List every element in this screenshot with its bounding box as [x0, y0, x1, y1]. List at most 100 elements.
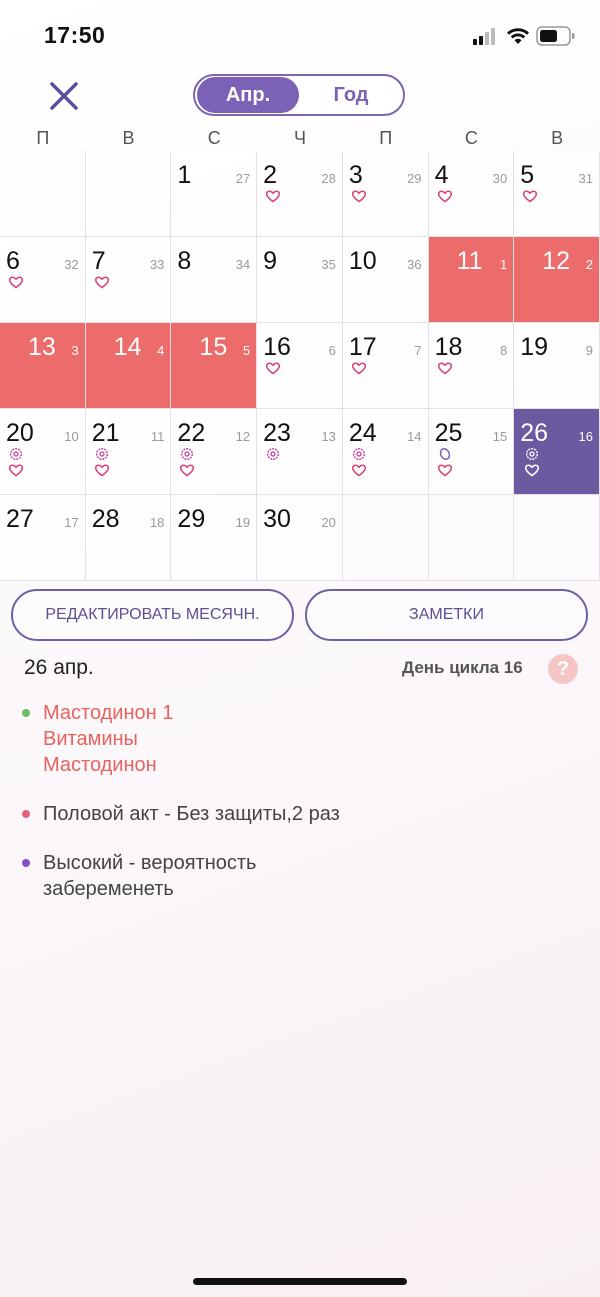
day-number: 29 [177, 505, 206, 533]
day-icons [94, 275, 114, 291]
day-number: 22 [177, 419, 206, 447]
day-number: 17 [348, 333, 377, 361]
calendar-empty-cell [85, 151, 172, 237]
weekday-label: Ч [293, 128, 306, 148]
segment-month[interactable]: Апр. [197, 77, 299, 113]
calendar-day-3[interactable]: 3 29 [342, 151, 429, 237]
calendar-day-18[interactable]: 18 8 [428, 323, 515, 409]
day-number: 21 [91, 419, 120, 447]
calendar-empty-cell [0, 151, 86, 237]
calendar-day-21[interactable]: 21 11 [85, 409, 172, 495]
day-number: 15 [199, 333, 228, 361]
cycle-day-number: 30 [492, 171, 508, 186]
calendar-day-2[interactable]: 2 28 [257, 151, 343, 237]
cycle-day-number: 11 [150, 429, 165, 444]
cellular-signal-icon [473, 28, 495, 45]
heart-icon [437, 362, 452, 375]
calendar-day-1[interactable]: 1 27 [171, 151, 258, 237]
day-icons [437, 447, 457, 479]
cycle-day-number: 34 [235, 257, 251, 272]
day-number: 8 [177, 247, 192, 275]
entry-dot [22, 859, 30, 867]
flower-icon [267, 447, 280, 461]
heart-icon [437, 190, 452, 203]
wifi-icon [507, 28, 529, 44]
calendar-day-7[interactable]: 7 33 [85, 237, 172, 323]
calendar-day-27[interactable]: 27 17 [0, 495, 86, 581]
cycle-day-number: 16 [578, 429, 593, 444]
heart-icon [523, 190, 538, 203]
help-icon[interactable]: ? [548, 654, 578, 684]
calendar-day-29[interactable]: 29 19 [171, 495, 258, 581]
day-icons [351, 447, 371, 479]
calendar-day-14[interactable]: 14 4 [85, 323, 172, 409]
cycle-day-number: 8 [500, 343, 508, 358]
entry-line: Мастодинон [43, 754, 157, 776]
cycle-day-number: 19 [235, 515, 251, 530]
calendar-day-11[interactable]: 11 1 [428, 237, 515, 323]
cycle-day-number: 20 [321, 515, 336, 530]
day-icons [522, 189, 542, 205]
day-icons [351, 189, 371, 205]
calendar-day-26[interactable]: 26 16 [514, 409, 600, 495]
battery-icon [536, 26, 575, 46]
calendar-day-10[interactable]: 10 36 [342, 237, 429, 323]
flower-icon [181, 447, 194, 461]
calendar-day-9[interactable]: 9 35 [257, 237, 343, 323]
entry-line: забеременеть [43, 878, 174, 900]
heart-icon [8, 276, 24, 289]
heart-icon [351, 464, 366, 477]
day-number: 28 [91, 505, 120, 533]
calendar-day-23[interactable]: 23 13 [257, 409, 343, 495]
cycle-day-number: 14 [407, 429, 422, 444]
cycle-day-number: 6 [328, 343, 336, 358]
flower-icon [9, 447, 23, 461]
day-number: 23 [263, 419, 291, 447]
day-number: 5 [520, 161, 535, 189]
day-number: 18 [434, 333, 463, 361]
day-icons [265, 361, 285, 377]
calendar-day-8[interactable]: 8 34 [171, 237, 258, 323]
heart-icon [94, 276, 109, 289]
calendar-day-12[interactable]: 12 2 [514, 237, 600, 323]
entry-line: Высокий - вероятность [43, 852, 257, 874]
day-number: 12 [542, 247, 571, 275]
calendar-day-24[interactable]: 24 14 [342, 409, 429, 495]
calendar-day-28[interactable]: 28 18 [85, 495, 172, 581]
edit-period-button[interactable]: РЕДАКТИРОВАТЬ МЕСЯЧН. [11, 589, 294, 641]
heart-icon [351, 362, 366, 375]
calendar-day-5[interactable]: 5 31 [514, 151, 600, 237]
calendar-day-13[interactable]: 13 3 [0, 323, 86, 409]
day-number: 20 [6, 419, 34, 447]
day-number: 4 [434, 161, 449, 189]
calendar-day-16[interactable]: 16 6 [257, 323, 343, 409]
weekday-label: С [207, 128, 221, 148]
calendar-grid: 1 27 2 28 3 29 4 30 5 31 6 32 7 33 8 34 9 35 10 36 11 1 12 2 13 3… [0, 151, 600, 581]
calendar-day-30[interactable]: 30 20 [257, 495, 343, 581]
calendar-day-22[interactable]: 22 12 [171, 409, 258, 495]
notes-button[interactable]: ЗАМЕТКИ [305, 589, 588, 641]
cycle-day-number: 13 [321, 429, 336, 444]
calendar-day-25[interactable]: 25 15 [428, 409, 515, 495]
cycle-day-number: 15 [492, 429, 508, 444]
day-number: 30 [263, 505, 291, 533]
calendar-day-17[interactable]: 17 7 [342, 323, 429, 409]
day-number: 9 [263, 247, 278, 275]
home-indicator [193, 1278, 407, 1285]
calendar-day-20[interactable]: 20 10 [0, 409, 86, 495]
calendar-empty-cell [428, 495, 515, 581]
cycle-day-number: 9 [585, 343, 593, 358]
entry-line: Половой акт - Без защиты,2 раз [43, 803, 340, 825]
calendar-day-19[interactable]: 19 9 [514, 323, 600, 409]
cycle-day-number: 29 [407, 171, 422, 186]
calendar-day-4[interactable]: 4 30 [428, 151, 515, 237]
close-icon[interactable] [46, 80, 82, 112]
cycle-day-number: 5 [242, 343, 251, 358]
view-switcher: Апр. Год [193, 74, 405, 116]
cycle-day-label: День цикла 16 [402, 658, 523, 677]
weekday-label: П [379, 128, 393, 148]
calendar-day-15[interactable]: 15 5 [171, 323, 258, 409]
segment-year[interactable]: Год [299, 76, 403, 114]
cycle-day-number: 32 [64, 257, 79, 272]
calendar-day-6[interactable]: 6 32 [0, 237, 86, 323]
